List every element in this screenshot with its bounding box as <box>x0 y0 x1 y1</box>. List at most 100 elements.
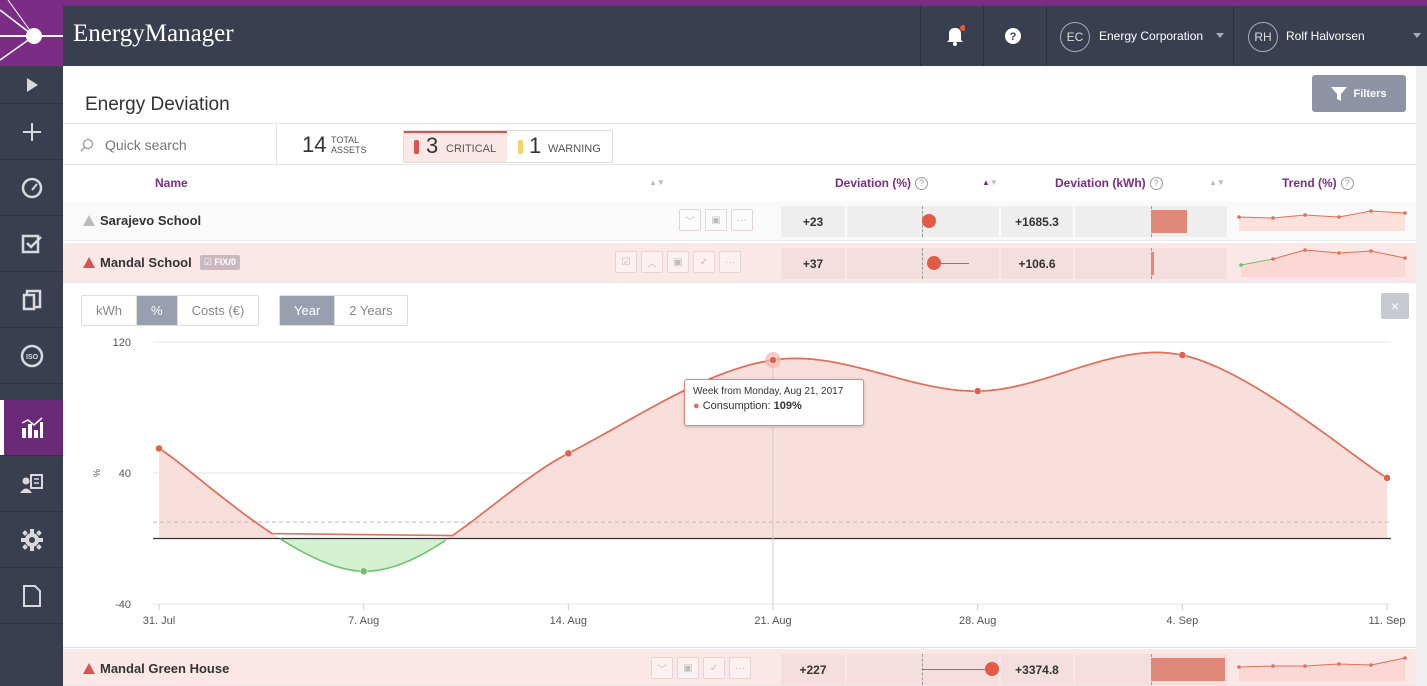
deviation-kwh-bar <box>1075 654 1227 685</box>
x-tick-label: 21. Aug <box>754 615 791 627</box>
deviation-pct-value: +37 <box>781 248 845 279</box>
data-point <box>564 449 573 458</box>
search-bar: 14 TOTALASSETS 3 CRITICAL 1 WARNING <box>63 123 1427 166</box>
trend-sparkline <box>1237 209 1407 231</box>
more-button[interactable]: ··· <box>731 209 753 231</box>
warning-triangle-icon <box>83 257 95 268</box>
sidebar-item-settings[interactable] <box>0 512 63 568</box>
deviation-kwh-value: +106.6 <box>1001 248 1073 279</box>
play-icon <box>26 77 38 92</box>
more-button[interactable]: ··· <box>729 657 751 679</box>
sidebar-item-documents[interactable] <box>0 272 63 328</box>
save-button[interactable]: ▣ <box>677 657 699 679</box>
trend-sparkline <box>1237 656 1407 681</box>
help-icon[interactable]: ? <box>1340 176 1354 190</box>
deviation-pct-dot <box>926 256 941 270</box>
tooltip-value: 109% <box>773 400 802 412</box>
chevron-down-icon <box>1216 33 1224 38</box>
critical-count: 3 <box>426 133 439 158</box>
sidebar-item-dashboard[interactable] <box>0 160 63 216</box>
sidebar-item-pages[interactable] <box>0 568 63 624</box>
approve-button[interactable]: ✓ <box>703 657 725 679</box>
x-tick-label: 28. Aug <box>959 615 996 627</box>
y-axis-label: % <box>92 469 102 477</box>
collapse-row-button[interactable]: ︿ <box>641 251 663 273</box>
deviation-pct-dot <box>985 662 999 676</box>
search-input[interactable] <box>83 134 263 156</box>
scrollbar[interactable] <box>1416 66 1427 686</box>
data-point <box>155 444 163 453</box>
deviation-pct-bar <box>847 654 999 685</box>
sidebar-item-analytics[interactable] <box>0 400 63 456</box>
analytics-icon <box>21 416 43 438</box>
help-button[interactable]: ? <box>999 22 1027 50</box>
deviation-pct-bar <box>847 248 999 279</box>
logo[interactable] <box>0 0 63 66</box>
sidebar-item-reports[interactable] <box>0 456 63 512</box>
filters-button[interactable]: Filters <box>1312 75 1406 112</box>
column-header-deviation-kwh[interactable]: Deviation (kWh)? <box>1055 166 1163 200</box>
org-name: Energy Corporation <box>1099 29 1204 43</box>
save-button[interactable]: ▣ <box>667 251 689 273</box>
warning-triangle-icon <box>83 215 95 226</box>
column-header-name[interactable]: Name <box>155 166 188 200</box>
approve-button[interactable]: ✓ <box>693 251 715 273</box>
data-point <box>1178 351 1187 359</box>
asset-name: Mandal School <box>100 255 192 270</box>
filters-label: Filters <box>1353 87 1387 100</box>
sort-icon[interactable]: ▲▼ <box>1209 178 1225 187</box>
notifications-button[interactable] <box>941 22 969 50</box>
x-tick-label: 31. Jul <box>143 615 175 627</box>
severity-filter: 3 CRITICAL 1 WARNING <box>403 130 613 163</box>
deviation-kwh-fill <box>1151 210 1188 233</box>
user-name: Rolf Halvorsen <box>1286 29 1365 43</box>
deviation-kwh-bar <box>1075 248 1227 279</box>
sort-icon[interactable]: ▲▼ <box>649 178 665 187</box>
deviation-kwh-value: +3374.8 <box>1001 654 1073 685</box>
data-point <box>769 356 777 364</box>
warning-count[interactable]: 1 <box>529 133 541 159</box>
more-button[interactable]: ··· <box>719 251 741 273</box>
task-button[interactable]: ☑ <box>615 251 637 273</box>
x-tick-label: 11. Sep <box>1368 615 1405 627</box>
org-avatar: EC <box>1060 22 1090 52</box>
deviation-chart: 120 40 -40% 31. Jul 7. Aug 14. Aug 21. Aug 28. … <box>92 337 1406 627</box>
y-tick-label: 120 <box>113 337 131 349</box>
add-button[interactable] <box>0 104 63 160</box>
help-icon[interactable]: ? <box>1149 176 1163 190</box>
expand-sidebar-button[interactable] <box>0 66 63 104</box>
deviation-kwh-fill <box>1151 252 1155 275</box>
save-button[interactable]: ▣ <box>705 209 727 231</box>
deviation-kwh-fill <box>1151 658 1226 681</box>
logo-icon <box>0 0 63 61</box>
sort-active-icon[interactable]: ▲▼ <box>982 178 998 187</box>
table-row[interactable]: Mandal Green House ﹀ ▣ ✓ ··· +227 +3374.… <box>63 649 1427 686</box>
gear-icon <box>20 528 43 551</box>
column-header-deviation-pct[interactable]: Deviation (%)? <box>835 166 929 200</box>
help-icon[interactable]: ? <box>915 176 929 190</box>
deviation-pct-line <box>922 669 992 670</box>
deviation-pct-value: +227 <box>781 654 845 685</box>
chart-tooltip: Week from Monday, Aug 21, 2017 ● Consump… <box>684 379 864 426</box>
expand-row-button[interactable]: ﹀ <box>679 209 701 231</box>
page-title: Energy Deviation <box>85 94 230 115</box>
deviation-pct-dot <box>922 214 936 228</box>
column-header-trend[interactable]: Trend (%)? <box>1282 166 1354 200</box>
x-tick-label: 7. Aug <box>348 615 379 627</box>
tooltip-label: Consumption: <box>702 400 771 412</box>
table-row[interactable]: Sarajevo School ﹀ ▣ ··· +23 +1685.3 <box>63 201 1427 241</box>
deviation-kwh-value: +1685.3 <box>1001 206 1073 237</box>
fix-badge[interactable]: ☑ FIX/0 <box>199 255 240 270</box>
expand-row-button[interactable]: ﹀ <box>651 657 673 679</box>
sidebar-item-iso[interactable]: ISO <box>0 328 63 384</box>
user-avatar: RH <box>1248 22 1278 52</box>
x-tick-label: 4. Sep <box>1166 615 1198 627</box>
y-tick-label: -40 <box>115 599 131 611</box>
filter-icon <box>1331 86 1348 101</box>
sidebar-item-tasks[interactable] <box>0 216 63 272</box>
table-row[interactable]: Mandal School ☑ FIX/0 ☑ ︿ ▣ ✓ ··· +37 +1… <box>63 243 1427 283</box>
top-bar: EnergyManager ? EC Energy Corporation RH… <box>63 6 1427 66</box>
plus-icon <box>22 122 41 141</box>
data-point <box>1383 474 1391 482</box>
asset-name: Mandal Green House <box>100 661 230 676</box>
